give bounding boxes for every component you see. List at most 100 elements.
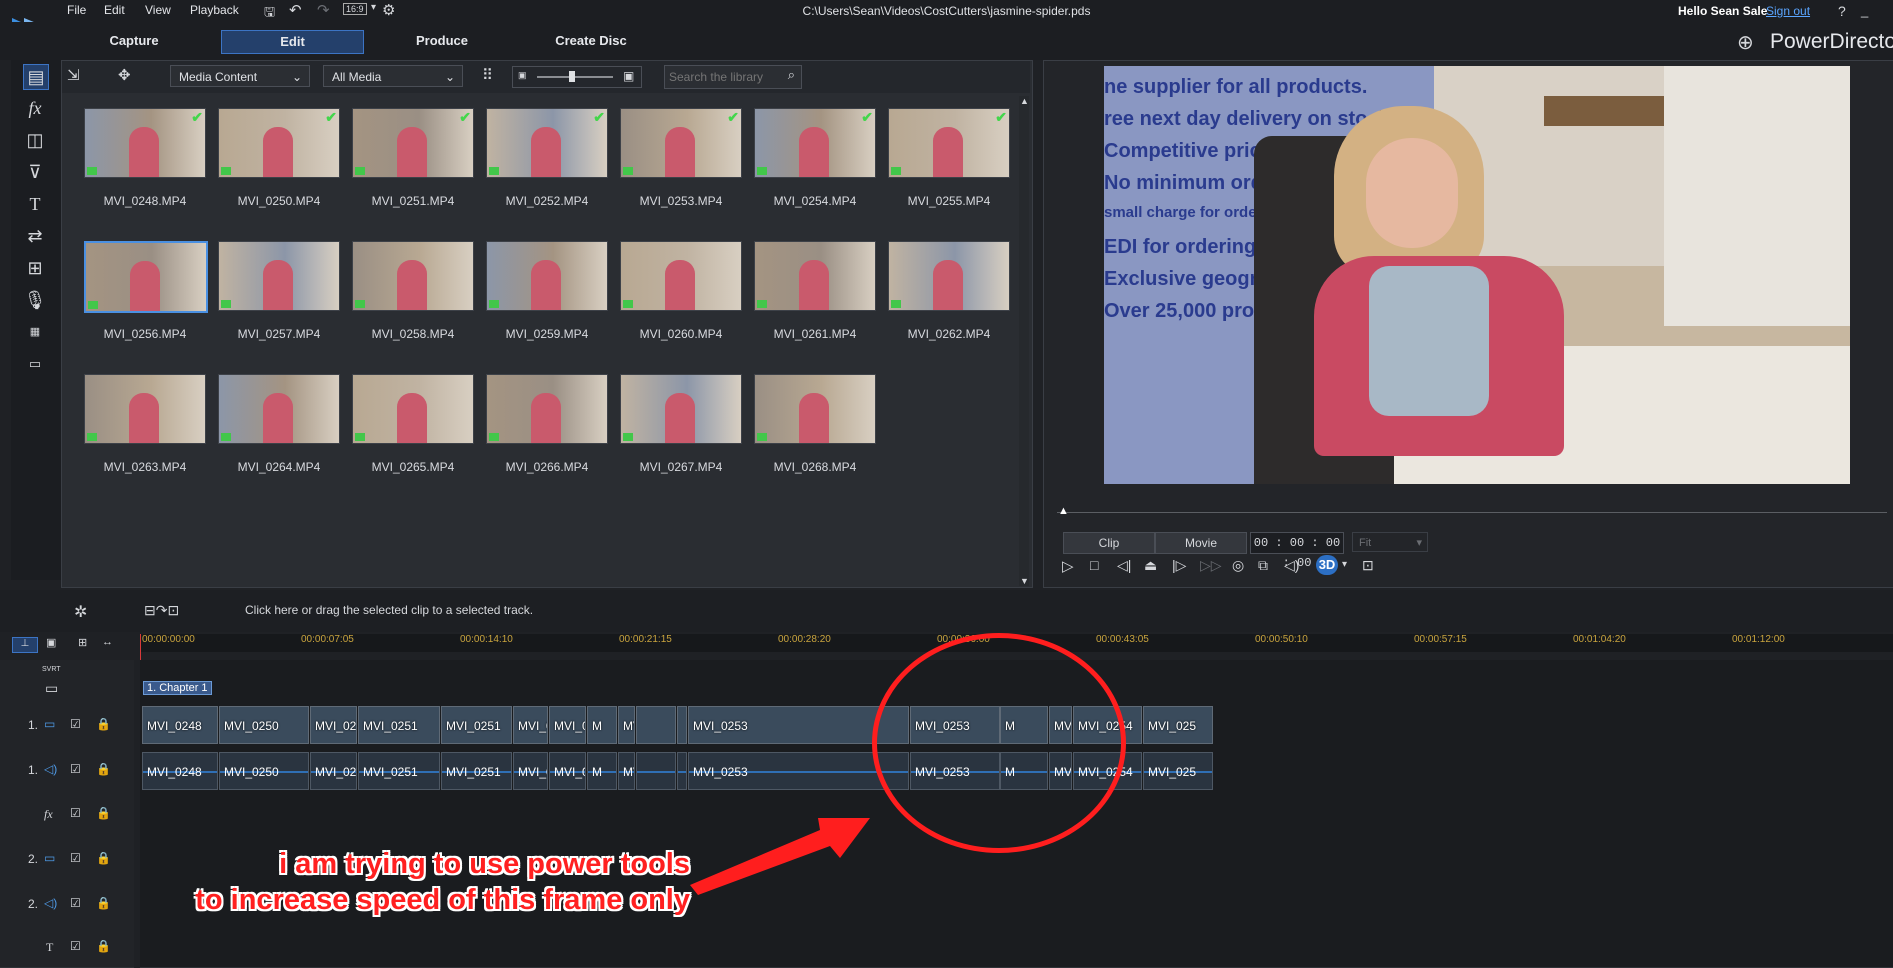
track-lock-icon[interactable]: 🔒 bbox=[96, 851, 111, 865]
tab-produce[interactable]: Produce bbox=[400, 30, 484, 52]
3d-chevron-icon[interactable]: ▾ bbox=[1342, 559, 1347, 570]
sign-out-link[interactable]: Sign out bbox=[1766, 4, 1810, 18]
clip-thumbnail[interactable] bbox=[218, 241, 340, 311]
audio-clip[interactable]: MVI_025 bbox=[310, 752, 357, 790]
audio-clip[interactable]: MVI_0251 bbox=[441, 752, 512, 790]
video-clip[interactable]: MVI_02 bbox=[549, 706, 586, 744]
play-icon[interactable]: ▷ bbox=[1062, 557, 1074, 575]
track-enable-checkbox[interactable]: ☑ bbox=[70, 806, 81, 820]
audio-mixing-icon[interactable]: ⊞ bbox=[23, 256, 47, 280]
search-icon[interactable]: ⌕ bbox=[788, 67, 795, 83]
clip-mode-button[interactable]: Clip bbox=[1063, 532, 1155, 554]
clip-thumbnail[interactable] bbox=[486, 241, 608, 311]
clip-thumbnail[interactable] bbox=[84, 241, 208, 313]
fit-timeline-icon[interactable]: ↔ bbox=[102, 636, 113, 648]
library-item[interactable]: ✔ MVI_0251.MP4 bbox=[348, 108, 478, 218]
audio-clip[interactable]: MVI_0251 bbox=[358, 752, 440, 790]
clip-thumbnail[interactable]: ✔ bbox=[84, 108, 206, 178]
clip-thumbnail[interactable] bbox=[84, 374, 206, 444]
library-item[interactable]: MVI_0258.MP4 bbox=[348, 241, 478, 351]
media-room-icon[interactable]: ▤ bbox=[23, 64, 49, 90]
subtitle-room-icon[interactable]: ▭ bbox=[23, 352, 47, 376]
library-item[interactable]: ✔ MVI_0253.MP4 bbox=[616, 108, 746, 218]
library-item[interactable]: MVI_0265.MP4 bbox=[348, 374, 478, 484]
track-enable-checkbox[interactable]: ☑ bbox=[70, 896, 81, 910]
clip-thumbnail[interactable] bbox=[754, 374, 876, 444]
clip-thumbnail[interactable]: ✔ bbox=[352, 108, 474, 178]
audio-clip[interactable]: MVI_02 bbox=[549, 752, 586, 790]
clip-thumbnail[interactable]: ✔ bbox=[620, 108, 742, 178]
split-icon[interactable]: ⏏ bbox=[1144, 557, 1157, 574]
plugins-puzzle-icon[interactable]: ✥ bbox=[118, 66, 131, 84]
library-item[interactable]: MVI_0256.MP4 bbox=[80, 241, 210, 351]
audio-clip[interactable] bbox=[636, 752, 676, 790]
library-item[interactable]: ✔ MVI_0250.MP4 bbox=[214, 108, 344, 218]
timeline-view-icon[interactable]: ⊥ bbox=[12, 637, 38, 653]
track-lock-icon[interactable]: 🔒 bbox=[96, 939, 111, 953]
video-clip[interactable]: MV bbox=[618, 706, 635, 744]
library-item[interactable]: MVI_0267.MP4 bbox=[616, 374, 746, 484]
track-enable-checkbox[interactable]: ☑ bbox=[70, 762, 81, 776]
snapshot-camera-icon[interactable]: ◎ bbox=[1232, 557, 1244, 574]
track-enable-checkbox[interactable]: ☑ bbox=[70, 939, 81, 953]
import-media-icon[interactable]: ⇲ bbox=[67, 66, 80, 84]
clip-thumbnail[interactable] bbox=[754, 241, 876, 311]
library-item[interactable]: MVI_0268.MP4 bbox=[750, 374, 880, 484]
timecode-field[interactable]: 00 : 00 : 00 : 00 bbox=[1250, 532, 1344, 570]
track-enable-checkbox[interactable]: ☑ bbox=[70, 717, 81, 731]
library-scrollbar[interactable]: ▲ ▼ bbox=[1019, 96, 1029, 586]
search-input[interactable] bbox=[667, 68, 781, 86]
seek-handle[interactable]: ▲ bbox=[1058, 505, 1069, 517]
help-icon[interactable]: ? bbox=[1838, 3, 1846, 19]
track-lock-icon[interactable]: 🔒 bbox=[96, 762, 111, 776]
clip-thumbnail[interactable] bbox=[486, 374, 608, 444]
library-item[interactable]: ✔ MVI_0255.MP4 bbox=[884, 108, 1014, 218]
chapter-room-icon[interactable]: ▦ bbox=[23, 320, 47, 344]
track-lock-icon[interactable]: 🔒 bbox=[96, 806, 111, 820]
video-clip[interactable]: MVI_025 bbox=[310, 706, 357, 744]
video-clip[interactable]: M bbox=[587, 706, 617, 744]
track-manager-icon[interactable]: ⊞ bbox=[78, 636, 87, 649]
slider-handle[interactable] bbox=[569, 71, 575, 82]
audio-clip[interactable]: MVI_0250 bbox=[219, 752, 309, 790]
library-item[interactable]: ✔ MVI_0248.MP4 bbox=[80, 108, 210, 218]
video-clip[interactable]: MVI_0 bbox=[513, 706, 548, 744]
clip-thumbnail[interactable] bbox=[620, 374, 742, 444]
media-filter-dropdown[interactable]: All Media ⌄ bbox=[323, 65, 463, 87]
video-clip[interactable]: MVI_0251 bbox=[441, 706, 512, 744]
clip-thumbnail[interactable]: ✔ bbox=[218, 108, 340, 178]
preview-seek-bar[interactable] bbox=[1057, 512, 1887, 513]
chapter-marker[interactable]: 1. Chapter 1 bbox=[143, 681, 212, 695]
clip-thumbnail[interactable]: ✔ bbox=[486, 108, 608, 178]
magic-tools-wand-icon[interactable]: ✲ bbox=[74, 602, 87, 622]
clip-thumbnail[interactable] bbox=[620, 241, 742, 311]
video-clip[interactable]: MVI_0250 bbox=[219, 706, 309, 744]
track-lock-icon[interactable]: 🔒 bbox=[96, 717, 111, 731]
particle-room-icon[interactable]: ⊽ bbox=[23, 160, 47, 184]
library-item[interactable]: MVI_0262.MP4 bbox=[884, 241, 1014, 351]
chapter-comment-icon[interactable]: ▭ bbox=[45, 680, 58, 697]
library-item[interactable]: ✔ MVI_0254.MP4 bbox=[750, 108, 880, 218]
video-clip[interactable]: MVI_0251 bbox=[358, 706, 440, 744]
scroll-up-icon[interactable]: ▲ bbox=[1020, 96, 1029, 106]
upload-circle-icon[interactable]: ⊕ bbox=[1737, 30, 1754, 55]
clip-thumbnail[interactable] bbox=[352, 374, 474, 444]
video-clip[interactable] bbox=[636, 706, 676, 744]
previous-frame-icon[interactable]: ◁| bbox=[1117, 557, 1131, 574]
library-search[interactable]: ⌕ bbox=[664, 65, 802, 89]
audio-clip[interactable]: M bbox=[587, 752, 617, 790]
audio-clip[interactable] bbox=[677, 752, 687, 790]
minimize-icon[interactable]: _ bbox=[1861, 3, 1868, 18]
tab-create-disc[interactable]: Create Disc bbox=[541, 30, 641, 52]
library-item[interactable]: ✔ MVI_0252.MP4 bbox=[482, 108, 612, 218]
clip-thumbnail[interactable]: ✔ bbox=[754, 108, 876, 178]
library-item[interactable]: MVI_0264.MP4 bbox=[214, 374, 344, 484]
video-clip[interactable]: MVI_025 bbox=[1143, 706, 1213, 744]
voice-over-microphone-icon[interactable]: 🎙 bbox=[23, 288, 47, 312]
tab-edit[interactable]: Edit bbox=[221, 30, 364, 54]
volume-icon[interactable]: ◁) bbox=[1284, 557, 1299, 574]
track-lock-icon[interactable]: 🔒 bbox=[96, 896, 111, 910]
library-item[interactable]: MVI_0257.MP4 bbox=[214, 241, 344, 351]
clip-thumbnail[interactable] bbox=[888, 241, 1010, 311]
library-item[interactable]: MVI_0263.MP4 bbox=[80, 374, 210, 484]
